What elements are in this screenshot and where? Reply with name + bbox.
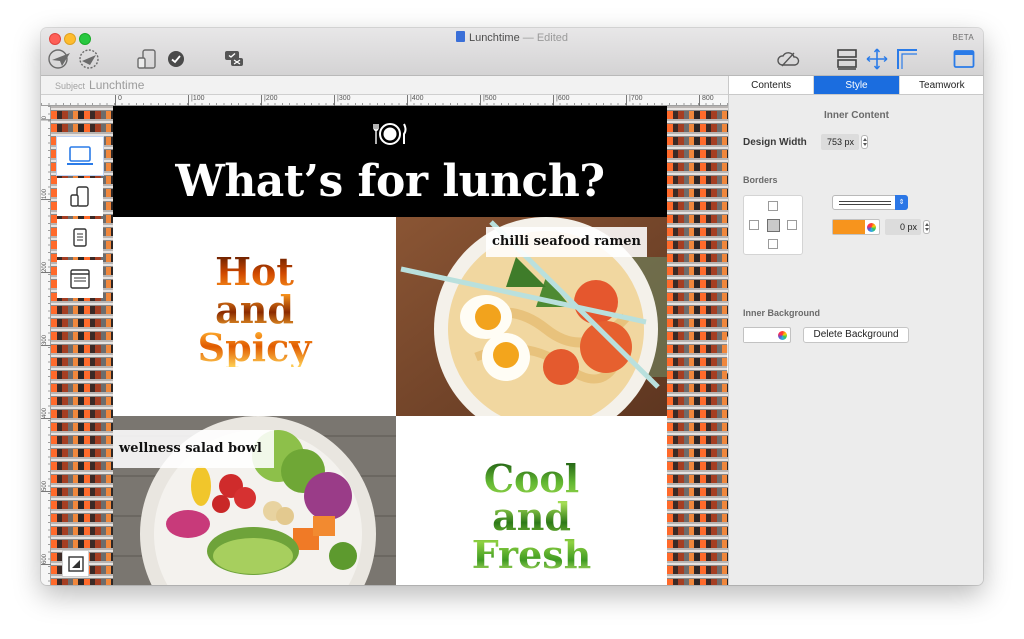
globe-settings-icon[interactable]: [75, 47, 103, 71]
page-background-pattern: [667, 106, 728, 585]
window-title-text: Lunchtime: [468, 32, 520, 44]
delete-background-button[interactable]: Delete Background: [803, 327, 909, 343]
inner-background-color-well[interactable]: [743, 327, 791, 343]
ruler-mark: |100: [188, 95, 205, 106]
laptop-icon[interactable]: [56, 136, 104, 176]
border-width-field[interactable]: 0 px: [885, 219, 921, 235]
tab-contents[interactable]: Contents: [729, 76, 815, 94]
ruler-mark: |300: [334, 95, 351, 106]
tablet-icon[interactable]: [57, 219, 103, 257]
hero-title: What’s for lunch?: [175, 156, 605, 207]
ruler-mark: 0: [115, 95, 122, 106]
hot-line: Hot: [215, 249, 294, 294]
design-width-stepper[interactable]: [861, 135, 868, 149]
layout-icon[interactable]: [835, 47, 859, 71]
ruler-mark: 100: [41, 187, 51, 201]
ruler-mark: |600: [553, 95, 570, 106]
borders-label: Borders: [743, 175, 778, 185]
border-color-well[interactable]: [832, 219, 880, 235]
design-width-label: Design Width: [743, 137, 807, 148]
inspector-panel: Contents Style Teamwork Inner Content De…: [728, 76, 983, 585]
app-window: Lunchtime — Edited BETA Subject Lunchtim…: [41, 28, 983, 585]
corner-resize-button[interactable]: [62, 550, 89, 577]
sidebar-toggle-icon[interactable]: [951, 47, 977, 71]
border-width-stepper[interactable]: [923, 220, 930, 234]
document-icon: [455, 31, 465, 42]
inner-background-label: Inner Background: [743, 308, 821, 318]
ruler-mark: 0: [41, 114, 51, 121]
hero-banner[interactable]: What’s for lunch?: [113, 106, 667, 217]
cloud-icon[interactable]: [775, 47, 801, 71]
cool-fresh-tile[interactable]: Cool and Fresh: [396, 416, 667, 585]
hot-line: Spicy: [197, 325, 312, 370]
salad-label: wellness salad bowl: [113, 430, 274, 468]
border-top-toggle[interactable]: [768, 201, 778, 211]
horizontal-ruler[interactable]: 0 |100 |200 |300 |400 |500 |600 |700 800: [41, 95, 728, 106]
paper-plane-icon[interactable]: [46, 47, 74, 71]
hot-spicy-tile[interactable]: Hot and Spicy: [113, 217, 396, 416]
ruler-mark: 800: [699, 95, 714, 106]
design-canvas[interactable]: What’s for lunch? Hot and Spicy chilli s…: [51, 106, 728, 585]
ruler-mark: 200: [41, 260, 51, 274]
subject-bar[interactable]: Subject Lunchtime: [41, 76, 728, 95]
salad-photo-tile[interactable]: wellness salad bowl: [113, 416, 396, 585]
page-content[interactable]: What’s for lunch? Hot and Spicy chilli s…: [113, 106, 667, 585]
ruler-mark: |500: [480, 95, 497, 106]
ramen-label: chilli seafood ramen: [486, 227, 647, 257]
border-sides-selector[interactable]: [743, 195, 803, 255]
cool-line: and: [492, 494, 571, 539]
device-preview-panel: [56, 136, 104, 299]
subject-value[interactable]: Lunchtime: [89, 78, 144, 92]
subject-label: Subject: [55, 81, 86, 91]
beta-badge: BETA: [952, 33, 974, 42]
ruler-mark: |700: [626, 95, 643, 106]
window-title: Lunchtime — Edited: [41, 31, 983, 44]
border-left-toggle[interactable]: [749, 220, 759, 230]
tab-style[interactable]: Style: [814, 76, 900, 94]
cool-line: Cool: [483, 456, 580, 501]
devices-icon[interactable]: [133, 47, 161, 71]
border-style-select[interactable]: ⇕: [832, 195, 908, 210]
border-all-toggle[interactable]: [767, 219, 780, 232]
ruler-mark: |200: [261, 95, 278, 106]
cool-line: Fresh: [471, 532, 592, 577]
chevron-updown-icon: ⇕: [895, 195, 908, 210]
hot-line: and: [215, 287, 294, 332]
cool-fresh-text: Cool and Fresh: [396, 460, 667, 574]
corner-icon[interactable]: [895, 47, 919, 71]
ruler-mark: 300: [41, 333, 51, 347]
inspector-tabs: Contents Style Teamwork: [729, 76, 983, 95]
vertical-ruler[interactable]: 0 100 200 300 400 500 600: [41, 106, 51, 585]
border-right-toggle[interactable]: [787, 220, 797, 230]
section-title: Inner Content: [824, 110, 889, 121]
tablet-phone-icon[interactable]: [57, 178, 103, 216]
ruler-mark: 500: [41, 479, 51, 493]
chat-check-icon[interactable]: [221, 47, 247, 71]
tab-teamwork[interactable]: Teamwork: [900, 76, 983, 94]
design-width-field[interactable]: 753 px: [821, 134, 859, 150]
checkmark-circle-icon[interactable]: [165, 47, 187, 71]
color-wheel-icon: [778, 331, 787, 340]
plate-cutlery-icon: [372, 122, 408, 151]
ruler-mark: 600: [41, 552, 51, 566]
titlebar: Lunchtime — Edited BETA: [41, 28, 983, 76]
border-bottom-toggle[interactable]: [768, 239, 778, 249]
border-color-swatch: [833, 220, 865, 234]
ruler-mark: |400: [407, 95, 424, 106]
ruler-mark: 400: [41, 406, 51, 420]
color-wheel-icon: [867, 223, 876, 232]
ramen-photo-tile[interactable]: chilli seafood ramen: [396, 217, 667, 416]
window-title-status: — Edited: [522, 32, 569, 44]
line-style-preview: [839, 201, 891, 205]
hot-spicy-text: Hot and Spicy: [113, 253, 396, 367]
move-crosshair-icon[interactable]: [865, 47, 889, 71]
inner-background-swatch: [744, 328, 776, 342]
window-icon[interactable]: [57, 260, 103, 298]
